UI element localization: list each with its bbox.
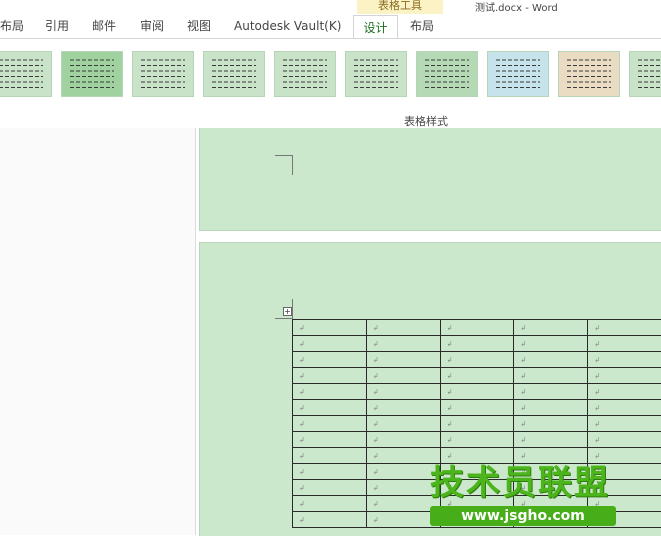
table-cell[interactable]: ↲ [293,432,367,448]
table-cell[interactable]: ↲ [514,352,588,368]
table-cell[interactable]: ↲ [293,368,367,384]
table-cell[interactable]: ↲ [366,352,440,368]
table-cell[interactable]: ↲ [293,512,367,528]
table-style-option[interactable] [132,51,194,97]
table-style-option[interactable] [416,51,478,97]
table-cell[interactable]: ↲ [440,400,514,416]
table-style-preview-icon [275,52,335,96]
table-cell[interactable]: ↲ [440,336,514,352]
table-cell[interactable]: ↲ [588,352,661,368]
tab-view[interactable]: 视图 [187,14,211,38]
gallery-group-label: 表格样式 [404,113,448,129]
table-cell[interactable]: ↲ [588,400,661,416]
context-tab-group-label: 表格工具 [357,0,443,14]
document-page-1[interactable] [199,128,661,231]
table-cell[interactable]: ↲ [293,320,367,336]
crop-mark [275,155,293,175]
table-cell[interactable]: ↲ [588,336,661,352]
table-row: ↲↲↲↲↲ [293,400,661,416]
table-cell[interactable]: ↲ [293,400,367,416]
table-cell[interactable]: ↲ [588,448,661,464]
tab-design[interactable]: 设计 [353,15,398,39]
ribbon-tabs: 布局 引用 邮件 审阅 视图 Autodesk Vault(K) 设计 布局 [0,14,661,38]
table-row: ↲↲↲↲↲ [293,368,661,384]
table-style-preview-icon [0,52,51,96]
table-cell[interactable]: ↲ [514,320,588,336]
table-cell[interactable]: ↲ [588,384,661,400]
tab-mailings[interactable]: 邮件 [92,14,116,38]
table-cell[interactable]: ↲ [588,416,661,432]
table-cell[interactable]: ↲ [514,368,588,384]
table-cell[interactable]: ↲ [293,336,367,352]
table-cell[interactable]: ↲ [514,400,588,416]
table-style-preview-icon [62,52,122,96]
table-cell[interactable]: ↲ [588,368,661,384]
table-row: ↲↲↲↲↲ [293,320,661,336]
table-cell[interactable]: ↲ [588,320,661,336]
table-cell[interactable]: ↲ [366,400,440,416]
table-style-preview-icon [133,52,193,96]
title-bar: 表格工具 测试.docx - Word [0,0,661,14]
table-cell[interactable]: ↲ [293,416,367,432]
table-cell[interactable]: ↲ [366,368,440,384]
table-cell[interactable]: ↲ [366,336,440,352]
table-cell[interactable]: ↲ [293,480,367,496]
table-cell[interactable]: ↲ [514,336,588,352]
table-cell[interactable]: ↲ [366,432,440,448]
table-row: ↲↲↲↲↲ [293,384,661,400]
table-style-option[interactable] [345,51,407,97]
tab-references[interactable]: 引用 [45,14,69,38]
table-cell[interactable]: ↲ [514,384,588,400]
table-cell[interactable]: ↲ [440,448,514,464]
tab-review[interactable]: 审阅 [140,14,164,38]
document-title: 测试.docx - Word [475,0,558,14]
table-style-preview-icon [488,52,548,96]
table-style-option[interactable] [629,51,661,97]
tab-table-layout[interactable]: 布局 [410,14,434,38]
table-style-preview-icon [559,52,619,96]
table-style-option[interactable] [487,51,549,97]
table-cell[interactable]: ↲ [293,496,367,512]
table-cell[interactable]: ↲ [440,352,514,368]
table-style-option[interactable] [61,51,123,97]
table-style-option[interactable] [203,51,265,97]
table-style-preview-icon [346,52,406,96]
watermark-title: 技术员联盟 [430,464,630,502]
table-cell[interactable]: ↲ [293,448,367,464]
table-cell[interactable]: ↲ [440,416,514,432]
table-cell[interactable]: ↲ [366,320,440,336]
table-cell[interactable]: ↲ [366,416,440,432]
table-cell[interactable]: ↲ [588,432,661,448]
table-style-preview-icon [204,52,264,96]
table-row: ↲↲↲↲↲ [293,416,661,432]
watermark-url: www.jsgho.com [430,506,616,526]
table-style-option[interactable] [0,51,52,97]
table-cell[interactable]: ↲ [440,368,514,384]
table-cell[interactable]: ↲ [440,320,514,336]
table-style-preview-icon [417,52,477,96]
table-cell[interactable]: ↲ [440,384,514,400]
table-cell[interactable]: ↲ [293,352,367,368]
tab-layout[interactable]: 布局 [0,14,24,38]
table-cell[interactable]: ↲ [514,416,588,432]
table-cell[interactable]: ↲ [514,448,588,464]
tab-autodesk-vault[interactable]: Autodesk Vault(K) [234,14,341,38]
table-style-option[interactable] [274,51,336,97]
table-styles-gallery: 表格样式 [0,38,661,130]
table-cell[interactable]: ↲ [366,448,440,464]
table-style-preview-icon [630,52,661,96]
navigation-pane [0,128,196,535]
table-move-handle-icon[interactable]: + [283,307,292,316]
table-row: ↲↲↲↲↲ [293,432,661,448]
table-cell[interactable]: ↲ [293,464,367,480]
table-cell[interactable]: ↲ [440,432,514,448]
watermark-logo: 技术员联盟 www.jsgho.com [430,464,630,530]
table-cell[interactable]: ↲ [366,384,440,400]
table-cell[interactable]: ↲ [293,384,367,400]
table-cell[interactable]: ↲ [514,432,588,448]
table-style-option[interactable] [558,51,620,97]
table-row: ↲↲↲↲↲ [293,352,661,368]
table-row: ↲↲↲↲↲ [293,336,661,352]
table-row: ↲↲↲↲↲ [293,448,661,464]
